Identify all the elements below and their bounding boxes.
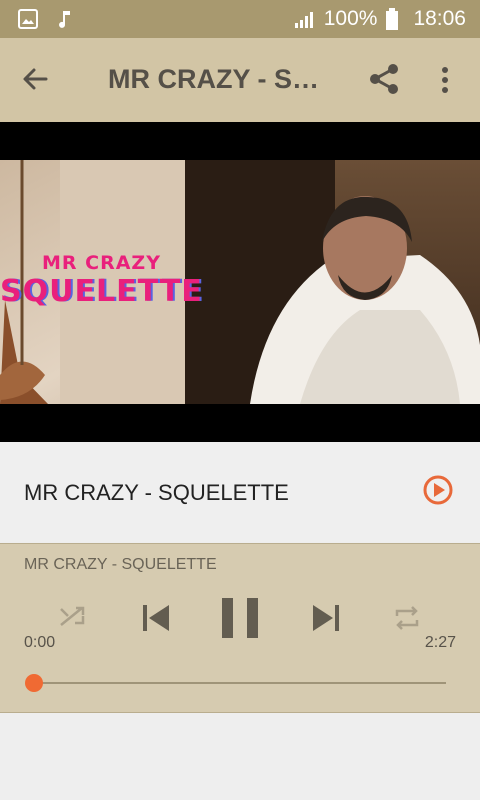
back-arrow-icon[interactable] — [20, 64, 50, 94]
app-toolbar: MR CRAZY - SQUELETTE — [0, 38, 480, 122]
shuffle-icon[interactable] — [58, 604, 86, 630]
seek-bar-thumb[interactable] — [25, 674, 43, 692]
clock: 18:06 — [413, 7, 466, 30]
thumbnail-overlay-artist: MR CRAZY — [42, 252, 161, 274]
battery-icon — [386, 8, 399, 30]
repeat-icon[interactable] — [392, 604, 422, 632]
total-duration: 2:27 — [424, 634, 456, 651]
page-title: MR CRAZY - SQUELETTE — [108, 64, 328, 94]
mini-player: MR CRAZY - SQUELETTE 0:00 2:27 — [0, 543, 480, 713]
elapsed-time: 0:00 — [24, 634, 56, 651]
more-vert-icon[interactable] — [440, 66, 450, 94]
gallery-icon — [18, 9, 38, 29]
thumbnail-overlay-title: SQUELETTE — [0, 274, 203, 309]
play-circle-icon[interactable] — [422, 474, 454, 506]
signal-icon — [294, 12, 313, 28]
song-title: MR CRAZY - SQUELETTE — [24, 480, 289, 505]
seek-bar[interactable] — [34, 682, 446, 684]
music-note-icon — [59, 11, 70, 28]
pause-icon[interactable] — [220, 596, 260, 640]
battery-percent: 100% — [323, 7, 378, 30]
status-bar: 100% 18:06 — [0, 0, 480, 38]
skip-next-icon[interactable] — [310, 602, 342, 634]
skip-previous-icon[interactable] — [140, 602, 172, 634]
video-thumbnail[interactable]: MR CRAZY SQUELETTE — [0, 122, 480, 442]
share-icon[interactable] — [368, 62, 400, 96]
song-list-item[interactable]: MR CRAZY - SQUELETTE — [0, 442, 480, 542]
thumbnail-image: MR CRAZY SQUELETTE — [0, 160, 480, 404]
player-track-title: MR CRAZY - SQUELETTE — [24, 556, 217, 573]
